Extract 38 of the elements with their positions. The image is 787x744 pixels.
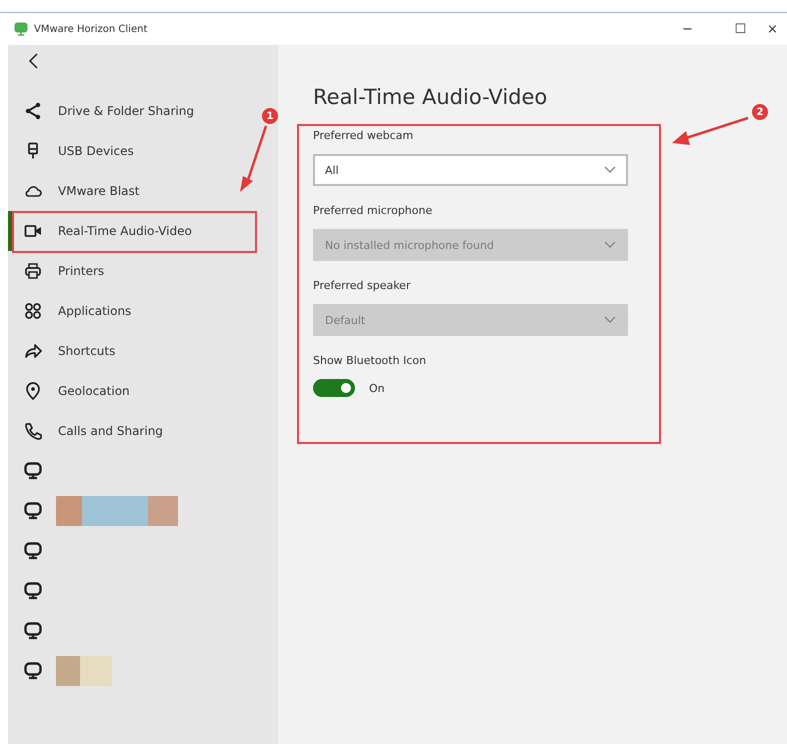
- toggle-state-text: On: [369, 382, 385, 394]
- field-label: Preferred microphone: [313, 204, 432, 217]
- sidebar-item[interactable]: Printers: [8, 251, 278, 291]
- chevron-down-icon: [604, 241, 616, 249]
- field-label: Show Bluetooth Icon: [313, 354, 426, 367]
- window-title: VMware Horizon Client: [34, 24, 148, 34]
- shortcut-icon: [24, 342, 42, 360]
- sidebar-item[interactable]: Applications: [8, 291, 278, 331]
- camera-icon: [24, 222, 42, 240]
- sidebar-item[interactable]: VMware Blast: [8, 171, 278, 211]
- annotation-arrow: [240, 126, 268, 192]
- chevron-down-icon: [604, 316, 616, 324]
- app-logo-icon: [14, 22, 28, 36]
- sidebar-item[interactable]: USB Devices: [8, 131, 278, 171]
- sidebar-item[interactable]: Calls and Sharing: [8, 411, 278, 451]
- printer-icon: [24, 262, 42, 280]
- field-label: Preferred speaker: [313, 279, 410, 292]
- share-icon: [24, 102, 42, 120]
- redaction-block: [56, 656, 112, 686]
- page-title: Real-Time Audio-Video: [313, 85, 548, 109]
- monitor-icon[interactable]: [24, 662, 42, 680]
- window-control-button[interactable]: −: [661, 15, 714, 43]
- monitor-icon[interactable]: [24, 582, 42, 600]
- sidebar-item[interactable]: Shortcuts: [8, 331, 278, 371]
- pin-icon: [24, 382, 42, 400]
- monitor-icon[interactable]: [24, 502, 42, 520]
- monitor-icon[interactable]: [24, 462, 42, 480]
- window-control-button[interactable]: ☐: [714, 15, 767, 43]
- monitor-icon[interactable]: [24, 622, 42, 640]
- field-label: Preferred webcam: [313, 129, 414, 142]
- toggle-switch[interactable]: [313, 379, 355, 397]
- window-control-button[interactable]: ×: [767, 15, 787, 43]
- apps-icon: [24, 302, 42, 320]
- monitor-icon[interactable]: [24, 542, 42, 560]
- chevron-down-icon: [604, 166, 616, 174]
- sidebar-item[interactable]: Geolocation: [8, 371, 278, 411]
- dropdown[interactable]: All: [313, 154, 628, 186]
- phone-icon: [24, 422, 42, 440]
